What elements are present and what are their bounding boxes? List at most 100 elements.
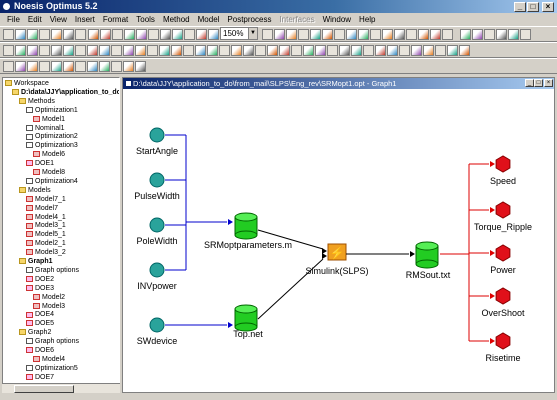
menu-model[interactable]: Model	[194, 13, 224, 26]
tree-item[interactable]: Optimization4	[26, 178, 78, 186]
toolbar-button-icon[interactable]	[267, 45, 278, 56]
tree-item[interactable]: Model2_1	[26, 240, 66, 248]
toolbar-button-icon[interactable]	[394, 29, 405, 40]
toolbar-button-icon[interactable]	[124, 29, 135, 40]
tree-item[interactable]: Graph2	[19, 329, 51, 337]
toolbar-button-icon[interactable]	[207, 45, 218, 56]
toolbar-button-icon[interactable]	[172, 29, 183, 40]
tree-item[interactable]: Optimization1	[26, 107, 78, 115]
toolbar-button-icon[interactable]	[231, 45, 242, 56]
tree-item[interactable]: Nominal1	[26, 125, 65, 133]
menu-edit[interactable]: Edit	[24, 13, 46, 26]
toolbar-button-icon[interactable]	[136, 29, 147, 40]
toolbar-button-icon[interactable]	[159, 45, 170, 56]
toolbar-button-icon[interactable]	[63, 45, 74, 56]
toolbar-button-icon[interactable]	[111, 45, 122, 56]
tree-item[interactable]: Model4	[33, 356, 65, 364]
toolbar-button-icon[interactable]	[274, 29, 285, 40]
toolbar-button-icon[interactable]	[442, 29, 453, 40]
tree-item[interactable]: Graph1	[19, 258, 53, 266]
toolbar-button-icon[interactable]	[87, 45, 98, 56]
chevron-down-icon[interactable]: ▼	[248, 28, 257, 39]
toolbar-button-icon[interactable]	[75, 45, 86, 56]
toolbar-button-icon[interactable]	[315, 45, 326, 56]
tree-item[interactable]: Optimization2	[26, 133, 78, 141]
toolbar-button-icon[interactable]	[322, 29, 333, 40]
tree-item[interactable]: Model3_2	[26, 249, 66, 257]
toolbar-button-icon[interactable]	[262, 29, 273, 40]
tree-item[interactable]: Optimization5	[26, 365, 78, 373]
toolbar-button-icon[interactable]	[430, 29, 441, 40]
toolbar-button-icon[interactable]	[196, 29, 207, 40]
tree-item[interactable]: Model8	[33, 169, 65, 177]
menu-format[interactable]: Format	[99, 13, 132, 26]
scroll-thumb[interactable]	[14, 385, 74, 393]
toolbar-button-icon[interactable]	[51, 45, 62, 56]
toolbar-button-icon[interactable]	[447, 45, 458, 56]
tree-horizontal-scrollbar[interactable]	[2, 383, 120, 393]
toolbar-button-icon[interactable]	[346, 29, 357, 40]
zoom-select[interactable]: 150% ▼	[220, 27, 258, 40]
toolbar-button-icon[interactable]	[63, 29, 74, 40]
toolbar-button-icon[interactable]	[399, 45, 410, 56]
toolbar-button-icon[interactable]	[135, 45, 146, 56]
tree-item[interactable]: Model5_1	[26, 231, 66, 239]
tree-item[interactable]: DOE3	[26, 285, 54, 293]
output-node[interactable]	[495, 244, 511, 262]
tree-item[interactable]: Model7	[26, 205, 58, 213]
graph-close-button[interactable]: ×	[544, 79, 553, 87]
input-node[interactable]	[149, 217, 165, 233]
toolbar-button-icon[interactable]	[387, 45, 398, 56]
toolbar-button-icon[interactable]	[75, 61, 86, 72]
toolbar-button-icon[interactable]	[148, 29, 159, 40]
toolbar-button-icon[interactable]	[51, 29, 62, 40]
toolbar-button-icon[interactable]	[219, 45, 230, 56]
workspace-tree[interactable]: Workspace D:\data\JJY\application_to_do Me…	[2, 77, 120, 393]
toolbar-button-icon[interactable]	[111, 61, 122, 72]
toolbar-button-icon[interactable]	[484, 29, 495, 40]
toolbar-button-icon[interactable]	[3, 29, 14, 40]
input-node[interactable]	[149, 262, 165, 278]
toolbar-button-icon[interactable]	[147, 45, 158, 56]
toolbar-button-icon[interactable]	[459, 45, 470, 56]
toolbar-button-icon[interactable]	[208, 29, 219, 40]
toolbar-button-icon[interactable]	[303, 45, 314, 56]
tree-item[interactable]: DOE5	[26, 320, 54, 328]
toolbar-button-icon[interactable]	[195, 45, 206, 56]
toolbar-button-icon[interactable]	[496, 29, 507, 40]
toolbar-button-icon[interactable]	[100, 29, 111, 40]
menu-view[interactable]: View	[46, 13, 71, 26]
tree-item[interactable]: Methods	[19, 98, 55, 106]
tree-item[interactable]: DOE4	[26, 311, 54, 319]
tree-item[interactable]: Graph options	[26, 338, 79, 346]
tree-item[interactable]: DOE2	[26, 276, 54, 284]
menu-file[interactable]: File	[3, 13, 24, 26]
output-node[interactable]	[495, 287, 511, 305]
tree-item[interactable]: DOE1	[26, 160, 54, 168]
toolbar-button-icon[interactable]	[15, 61, 26, 72]
toolbar-button-icon[interactable]	[418, 29, 429, 40]
toolbar-button-icon[interactable]	[411, 45, 422, 56]
toolbar-button-icon[interactable]	[472, 29, 483, 40]
graph-minimize-button[interactable]: _	[525, 79, 534, 87]
tree-item[interactable]: Model6	[33, 151, 65, 159]
tree-item[interactable]: Model3	[33, 303, 65, 311]
menu-method[interactable]: Method	[159, 13, 194, 26]
toolbar-button-icon[interactable]	[3, 45, 14, 56]
tree-item[interactable]: Model7_1	[26, 196, 66, 204]
workflow-canvas[interactable]: StartAngle PulseWidth PoleWidth INVpower SWd…	[123, 89, 554, 392]
toolbar-button-icon[interactable]	[423, 45, 434, 56]
input-node[interactable]	[149, 317, 165, 333]
menu-postprocess[interactable]: Postprocess	[223, 13, 275, 26]
toolbar-button-icon[interactable]	[39, 61, 50, 72]
tree-item[interactable]: Models	[19, 187, 51, 195]
toolbar-button-icon[interactable]	[183, 45, 194, 56]
input-node[interactable]	[149, 172, 165, 188]
toolbar-button-icon[interactable]	[27, 61, 38, 72]
toolbar-button-icon[interactable]	[298, 29, 309, 40]
toolbar-button-icon[interactable]	[75, 29, 86, 40]
toolbar-button-icon[interactable]	[123, 61, 134, 72]
tree-item[interactable]: Optimization3	[26, 142, 78, 150]
toolbar-button-icon[interactable]	[87, 61, 98, 72]
toolbar-button-icon[interactable]	[135, 61, 146, 72]
